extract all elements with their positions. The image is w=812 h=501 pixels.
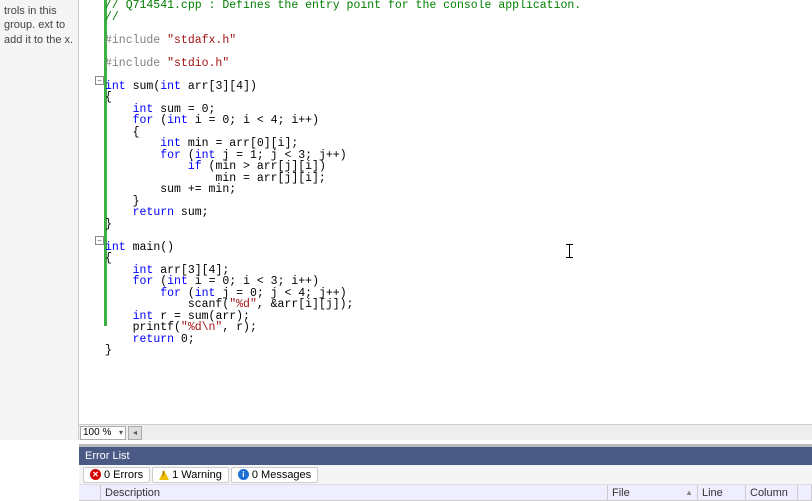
warnings-label: 1 Warning — [172, 469, 222, 481]
col-icon[interactable] — [79, 485, 101, 500]
warnings-tab[interactable]: 1 Warning — [152, 467, 229, 483]
editor-status-bar: 100 % ▾ ◂ — [79, 424, 812, 440]
text-caret — [569, 244, 570, 258]
zoom-value: 100 % — [83, 427, 111, 438]
toolbox-hint-text: trols in this group. ext to add it to th… — [4, 5, 73, 46]
code-editor[interactable]: − − // Q714541.cpp : Defines the entry p… — [79, 0, 812, 424]
toolbox-panel: trols in this group. ext to add it to th… — [0, 0, 79, 440]
error-list-tabs: ✕ 0 Errors 1 Warning i 0 Messages — [79, 465, 812, 485]
error-list-panel: Error List ✕ 0 Errors 1 Warning i 0 Mess… — [79, 444, 812, 500]
error-list-header[interactable]: Description File ▲ Line Column — [79, 485, 812, 501]
chevron-down-icon: ▾ — [119, 428, 123, 437]
scroll-left-button[interactable]: ◂ — [128, 426, 142, 440]
info-icon: i — [238, 469, 249, 480]
col-column[interactable]: Column — [746, 485, 798, 500]
errors-label: 0 Errors — [104, 469, 143, 481]
sort-asc-icon: ▲ — [685, 488, 693, 497]
error-icon: ✕ — [90, 469, 101, 480]
code-content[interactable]: // Q714541.cpp : Defines the entry point… — [79, 0, 812, 357]
col-file[interactable]: File ▲ — [608, 485, 698, 500]
col-line[interactable]: Line — [698, 485, 746, 500]
error-list-title: Error List — [79, 447, 812, 465]
col-extra[interactable] — [798, 485, 812, 500]
warning-icon — [159, 470, 169, 480]
col-description[interactable]: Description — [101, 485, 608, 500]
messages-label: 0 Messages — [252, 469, 311, 481]
messages-tab[interactable]: i 0 Messages — [231, 467, 318, 483]
zoom-level-select[interactable]: 100 % ▾ — [80, 426, 126, 440]
errors-tab[interactable]: ✕ 0 Errors — [83, 467, 150, 483]
